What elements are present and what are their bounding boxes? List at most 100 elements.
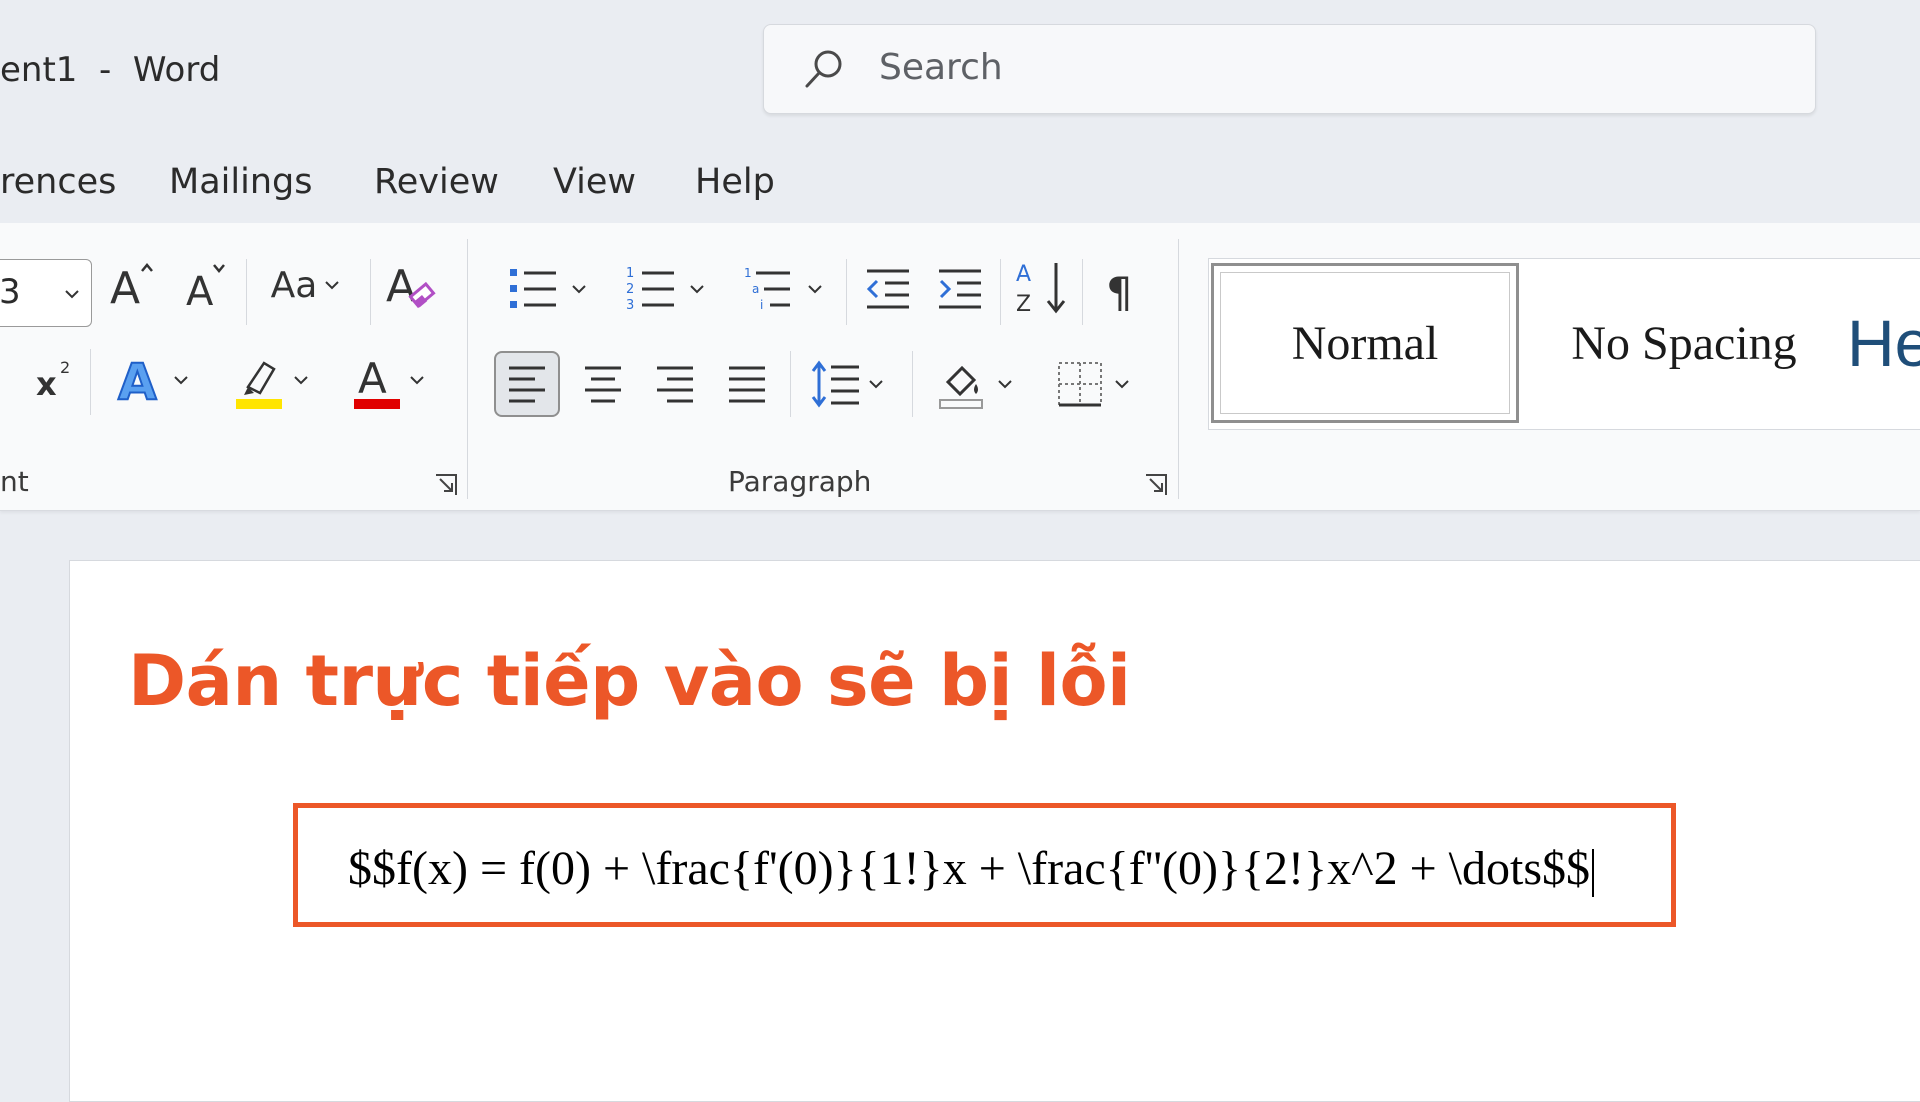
annotation-text: Dán trực tiếp vào sẽ bị lỗi: [128, 640, 1131, 722]
formula-text: $$f(x) = f(0) + \frac{f'(0)}{1!}x + \fra…: [348, 842, 1591, 895]
align-right-button[interactable]: [642, 351, 708, 417]
divider: [912, 351, 913, 417]
change-case-label: Aa: [270, 264, 318, 306]
shrink-font-button[interactable]: A: [180, 255, 236, 315]
increase-indent-button[interactable]: [930, 259, 990, 319]
style-no-spacing-label: No Spacing: [1571, 316, 1797, 370]
chevron-down-icon: [410, 375, 424, 384]
divider: [790, 351, 791, 417]
text-cursor: [1592, 848, 1595, 897]
style-heading-1[interactable]: He: [1847, 263, 1920, 423]
clear-formatting-icon: A: [386, 261, 436, 312]
svg-text:2: 2: [60, 358, 70, 377]
svg-text:A: A: [386, 261, 416, 312]
group-divider: [467, 239, 468, 499]
formula-highlight-box: $$f(x) = f(0) + \frac{f'(0)}{1!}x + \fra…: [293, 803, 1676, 927]
borders-icon: [1058, 362, 1102, 407]
chevron-down-icon: [1115, 379, 1129, 388]
ribbon: 3 A A Aa A x 2 A A nt 1 2 3 1 a i A Z ¶ …: [0, 223, 1920, 511]
chevron-down-icon: [572, 284, 586, 293]
svg-text:¶: ¶: [1106, 268, 1133, 315]
font-size-value: 3: [0, 272, 21, 312]
tab-view[interactable]: View: [553, 162, 636, 202]
numbering-icon: 123: [626, 266, 674, 313]
superscript-icon: x 2: [36, 358, 70, 403]
svg-text:Z: Z: [1016, 292, 1031, 317]
chevron-down-icon: [998, 379, 1012, 388]
align-right-icon: [657, 366, 693, 403]
superscript-button[interactable]: x 2: [30, 349, 80, 409]
document-title: ent1 - Word: [0, 50, 221, 90]
change-case-button[interactable]: Aa: [260, 255, 350, 315]
bullets-button[interactable]: [496, 259, 596, 319]
sort-button[interactable]: A Z: [1012, 255, 1072, 321]
dialog-launcher-icon[interactable]: [1144, 473, 1168, 497]
increase-indent-icon: [939, 269, 981, 309]
style-no-spacing[interactable]: No Spacing: [1534, 263, 1834, 423]
search-input[interactable]: Search: [879, 47, 1003, 88]
font-color-button[interactable]: A: [340, 347, 434, 413]
tab-review[interactable]: Review: [374, 162, 499, 202]
align-left-button[interactable]: [494, 351, 560, 417]
search-icon: [805, 50, 842, 88]
svg-text:A: A: [118, 353, 157, 411]
svg-text:x: x: [36, 365, 57, 403]
chevron-down-icon: [690, 284, 704, 293]
chevron-down-icon: [869, 379, 883, 388]
borders-button[interactable]: [1042, 351, 1142, 417]
chevron-down-icon: [325, 280, 340, 289]
chevron-down-icon: [65, 290, 79, 299]
tab-mailings[interactable]: Mailings: [169, 162, 312, 202]
styles-gallery: Normal No Spacing He: [1208, 258, 1920, 430]
text-effects-button[interactable]: A: [104, 347, 198, 413]
svg-text:2: 2: [626, 282, 634, 297]
chevron-down-icon: [174, 375, 188, 384]
highlighter-icon: [236, 361, 282, 409]
multilevel-list-button[interactable]: 1ai: [732, 259, 832, 319]
align-left-icon: [509, 366, 545, 403]
sort-icon: A Z: [1016, 262, 1066, 317]
title-bar: ent1 - Word Search: [0, 0, 1920, 140]
formula-paragraph[interactable]: $$f(x) = f(0) + \frac{f'(0)}{1!}x + \fra…: [348, 841, 1595, 897]
chevron-down-icon: [808, 284, 822, 293]
style-normal[interactable]: Normal: [1211, 263, 1519, 423]
shading-icon: [939, 365, 983, 409]
svg-text:A: A: [186, 269, 214, 315]
style-heading-label: He: [1847, 306, 1920, 380]
svg-text:1: 1: [744, 266, 752, 280]
svg-text:1: 1: [626, 266, 634, 281]
svg-text:A: A: [110, 263, 140, 314]
divider: [846, 259, 847, 325]
text-effects-icon: A: [117, 352, 158, 412]
shading-button[interactable]: [924, 351, 1024, 417]
tab-help[interactable]: Help: [695, 162, 775, 202]
justify-icon: [729, 366, 765, 403]
font-size-box[interactable]: 3: [0, 259, 92, 327]
grow-font-icon: A: [110, 263, 153, 314]
show-formatting-button[interactable]: ¶: [1092, 255, 1152, 321]
divider: [246, 259, 247, 325]
chevron-down-icon: [294, 375, 308, 384]
style-selection-frame: [1220, 272, 1510, 414]
svg-text:a: a: [752, 282, 759, 296]
dialog-launcher-icon[interactable]: [434, 473, 458, 497]
divider: [90, 349, 91, 415]
align-center-button[interactable]: [570, 351, 636, 417]
numbering-button[interactable]: 123: [614, 259, 714, 319]
line-spacing-icon: [811, 360, 859, 408]
svg-text:3: 3: [626, 298, 634, 313]
font-color-icon: A: [354, 354, 400, 409]
search-box[interactable]: Search: [763, 24, 1816, 114]
justify-button[interactable]: [714, 351, 780, 417]
svg-text:A: A: [358, 354, 387, 403]
pilcrow-icon: ¶: [1106, 268, 1133, 315]
decrease-indent-button[interactable]: [858, 259, 918, 319]
multilevel-list-icon: 1ai: [744, 266, 790, 312]
clear-formatting-button[interactable]: A: [382, 253, 442, 317]
line-spacing-button[interactable]: [798, 351, 894, 417]
paragraph-group-label: Paragraph: [728, 465, 872, 498]
divider: [370, 259, 371, 325]
grow-font-button[interactable]: A: [106, 255, 162, 315]
tab-references[interactable]: rences: [0, 162, 116, 202]
highlight-color-button[interactable]: [224, 347, 318, 413]
